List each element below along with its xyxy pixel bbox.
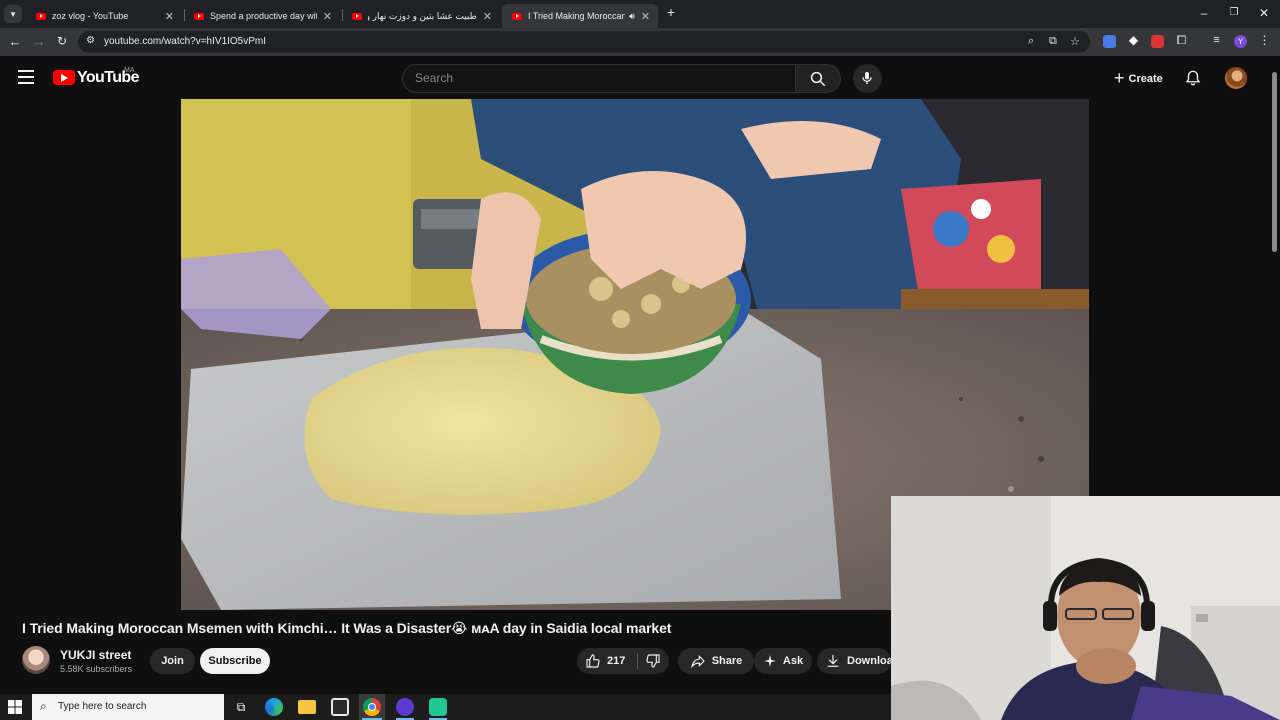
subscribe-button[interactable]: Subscribe	[200, 648, 270, 674]
ask-label: Ask	[782, 655, 804, 667]
share-button[interactable]: Share	[678, 648, 754, 674]
search-input[interactable]	[415, 71, 775, 85]
channel-name[interactable]: YUKJI street	[60, 648, 131, 662]
download-label: Download	[847, 655, 891, 667]
share-arrow-icon	[690, 654, 705, 669]
bookmark-star-icon[interactable]: ☆	[1070, 35, 1080, 48]
dislike-button[interactable]	[645, 653, 661, 672]
video-title: I Tried Making Moroccan Msemen with Kimc…	[22, 620, 672, 636]
browser-toolbar: ← → ↻ ⚙︎ youtube.com/watch?v=hIV1IO5vPmI…	[0, 28, 1280, 56]
audio-playing-icon[interactable]: 🔊︎	[629, 11, 635, 22]
close-tab-icon[interactable]: ✕	[483, 10, 492, 23]
windows-start-icon[interactable]	[8, 700, 22, 714]
browser-tab-1[interactable]: zoz vlog - YouTube ✕	[26, 4, 182, 28]
zoom-icon[interactable]: ⌕	[1028, 35, 1034, 48]
like-count: 217	[607, 655, 626, 667]
restore-icon[interactable]: ❐	[1224, 7, 1244, 18]
microphone-icon	[862, 72, 872, 84]
search-button[interactable]	[795, 64, 841, 93]
thumbs-up-icon	[586, 654, 600, 668]
microsoft-store-icon[interactable]	[331, 698, 349, 716]
scrollbar-thumb[interactable]	[1272, 72, 1277, 252]
reload-icon[interactable]: ↻	[53, 34, 71, 48]
site-info-icon[interactable]: ⚙︎	[86, 35, 95, 46]
subscribe-label: Subscribe	[208, 655, 262, 667]
forward-icon[interactable]: →	[30, 34, 48, 49]
translate-extension-icon[interactable]	[1103, 35, 1116, 48]
install-app-icon[interactable]: ⧉	[1049, 35, 1057, 48]
share-label: Share	[711, 655, 743, 667]
download-button[interactable]: Download	[817, 648, 891, 674]
tab-title: Spend a productive day with m	[210, 11, 317, 21]
create-button[interactable]: + Create	[1104, 64, 1173, 93]
close-tab-icon[interactable]: ✕	[323, 10, 332, 23]
back-icon[interactable]: ←	[6, 34, 24, 49]
address-bar[interactable]: ⚙︎ youtube.com/watch?v=hIV1IO5vPmI ⌕ ⧉ ☆	[78, 31, 1090, 53]
tab-title: zoz vlog - YouTube	[52, 11, 129, 21]
edge-browser-icon[interactable]	[265, 698, 283, 716]
extension-red-icon[interactable]	[1151, 35, 1164, 48]
profile-icon[interactable]: Y	[1234, 35, 1247, 48]
taskbar-search-placeholder: Type here to search	[58, 701, 147, 712]
extensions-puzzle-icon[interactable]: ⧠	[1175, 33, 1188, 47]
country-code: MA	[124, 67, 135, 74]
notifications-bell-icon[interactable]	[1184, 68, 1202, 88]
tab-search-icon[interactable]: ▾	[4, 5, 22, 23]
close-tab-icon[interactable]: ✕	[165, 10, 174, 23]
like-dislike-divider	[637, 653, 638, 669]
ask-button[interactable]: Ask	[754, 648, 812, 674]
webcam-image	[891, 496, 1280, 720]
webcam-overlay	[891, 496, 1280, 720]
close-tab-icon[interactable]: ✕	[641, 10, 650, 23]
file-explorer-icon[interactable]	[298, 700, 316, 714]
new-tab-icon[interactable]: +	[661, 4, 681, 20]
channel-avatar[interactable]	[22, 646, 50, 674]
obs-recorder-icon[interactable]	[396, 698, 414, 716]
task-view-icon[interactable]: ⧉	[232, 698, 250, 716]
create-label: Create	[1128, 72, 1163, 85]
like-dislike-group: 217	[577, 648, 669, 674]
guide-menu-icon[interactable]	[18, 70, 34, 84]
join-label: Join	[161, 655, 184, 667]
youtube-logo-icon[interactable]	[53, 70, 75, 85]
search-icon: ⌕	[40, 699, 47, 713]
voice-search-button[interactable]	[853, 64, 882, 93]
taskbar-search-box[interactable]: ⌕ Type here to search	[32, 694, 224, 720]
app-green-icon[interactable]	[429, 698, 447, 716]
thumbs-down-icon	[646, 654, 660, 668]
browser-tab-2[interactable]: Spend a productive day with m ✕	[184, 4, 340, 28]
close-window-icon[interactable]: ✕	[1254, 6, 1274, 20]
join-button[interactable]: Join	[150, 648, 195, 674]
youtube-favicon-icon	[36, 12, 46, 20]
chrome-menu-icon[interactable]: ⋮	[1258, 33, 1271, 47]
plus-icon: +	[1114, 68, 1125, 88]
youtube-masthead: YouTube MA + Create	[0, 56, 1280, 99]
browser-tab-strip: ▾ zoz vlog - YouTube ✕ Spend a productiv…	[0, 0, 1280, 28]
chrome-browser-icon[interactable]	[363, 698, 381, 716]
search-icon	[810, 71, 826, 87]
youtube-favicon-icon	[352, 12, 362, 20]
search-box[interactable]	[402, 64, 796, 93]
browser-tab-4-active[interactable]: I Tried Making Moroccan M 🔊︎ ✕	[502, 4, 658, 28]
sparkle-icon	[764, 655, 776, 667]
windows-taskbar: ⌕ Type here to search ⧉	[0, 694, 891, 720]
browser-tab-3[interactable]: طبيت عشا بتين و دوزت نهار واعر ✕	[342, 4, 500, 28]
download-icon	[827, 655, 839, 667]
minimize-icon[interactable]: –	[1194, 6, 1214, 20]
extension-diamond-icon[interactable]: ◆	[1127, 33, 1140, 47]
youtube-favicon-icon	[194, 12, 204, 20]
tab-title: I Tried Making Moroccan M	[528, 11, 626, 21]
tab-title: طبيت عشا بتين و دوزت نهار واعر	[368, 10, 477, 21]
youtube-favicon-icon	[512, 12, 522, 20]
account-avatar[interactable]	[1225, 67, 1247, 89]
like-button[interactable]: 217	[577, 653, 625, 669]
subscriber-count: 5.58K subscribers	[60, 664, 133, 674]
url-text[interactable]: youtube.com/watch?v=hIV1IO5vPmI	[104, 36, 266, 47]
media-controls-icon[interactable]: ≡	[1210, 34, 1223, 47]
